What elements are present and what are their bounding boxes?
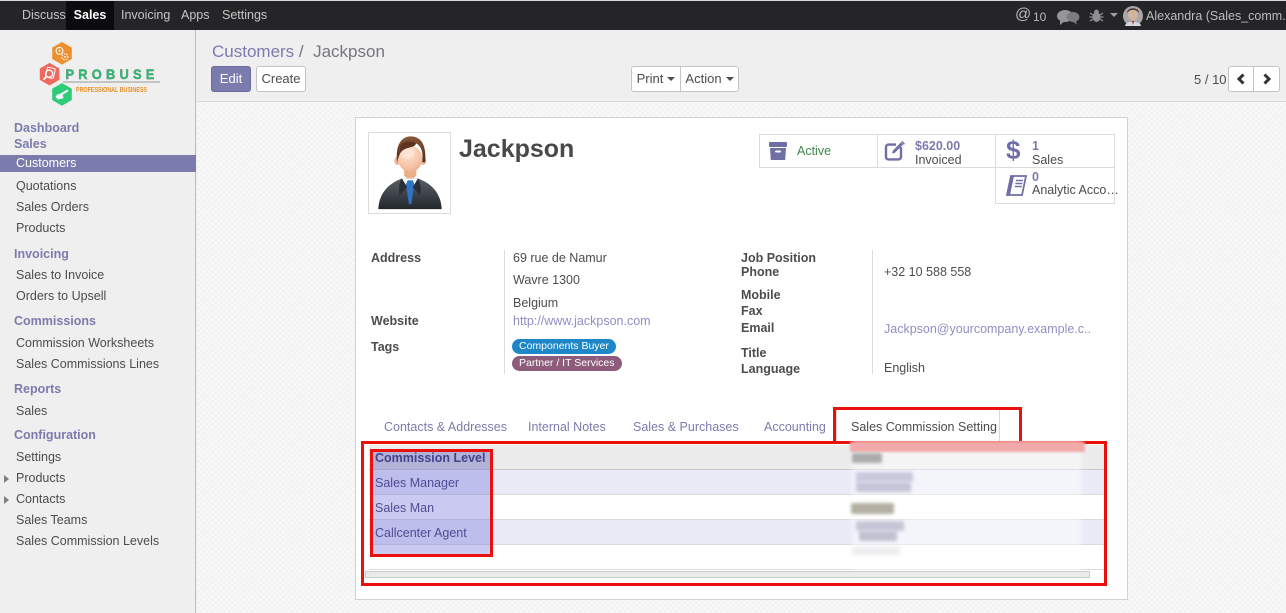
svg-text:PROBUSE: PROBUSE xyxy=(66,66,159,82)
svg-text:PROFESSIONAL BUSINESS: PROFESSIONAL BUSINESS xyxy=(76,85,147,94)
